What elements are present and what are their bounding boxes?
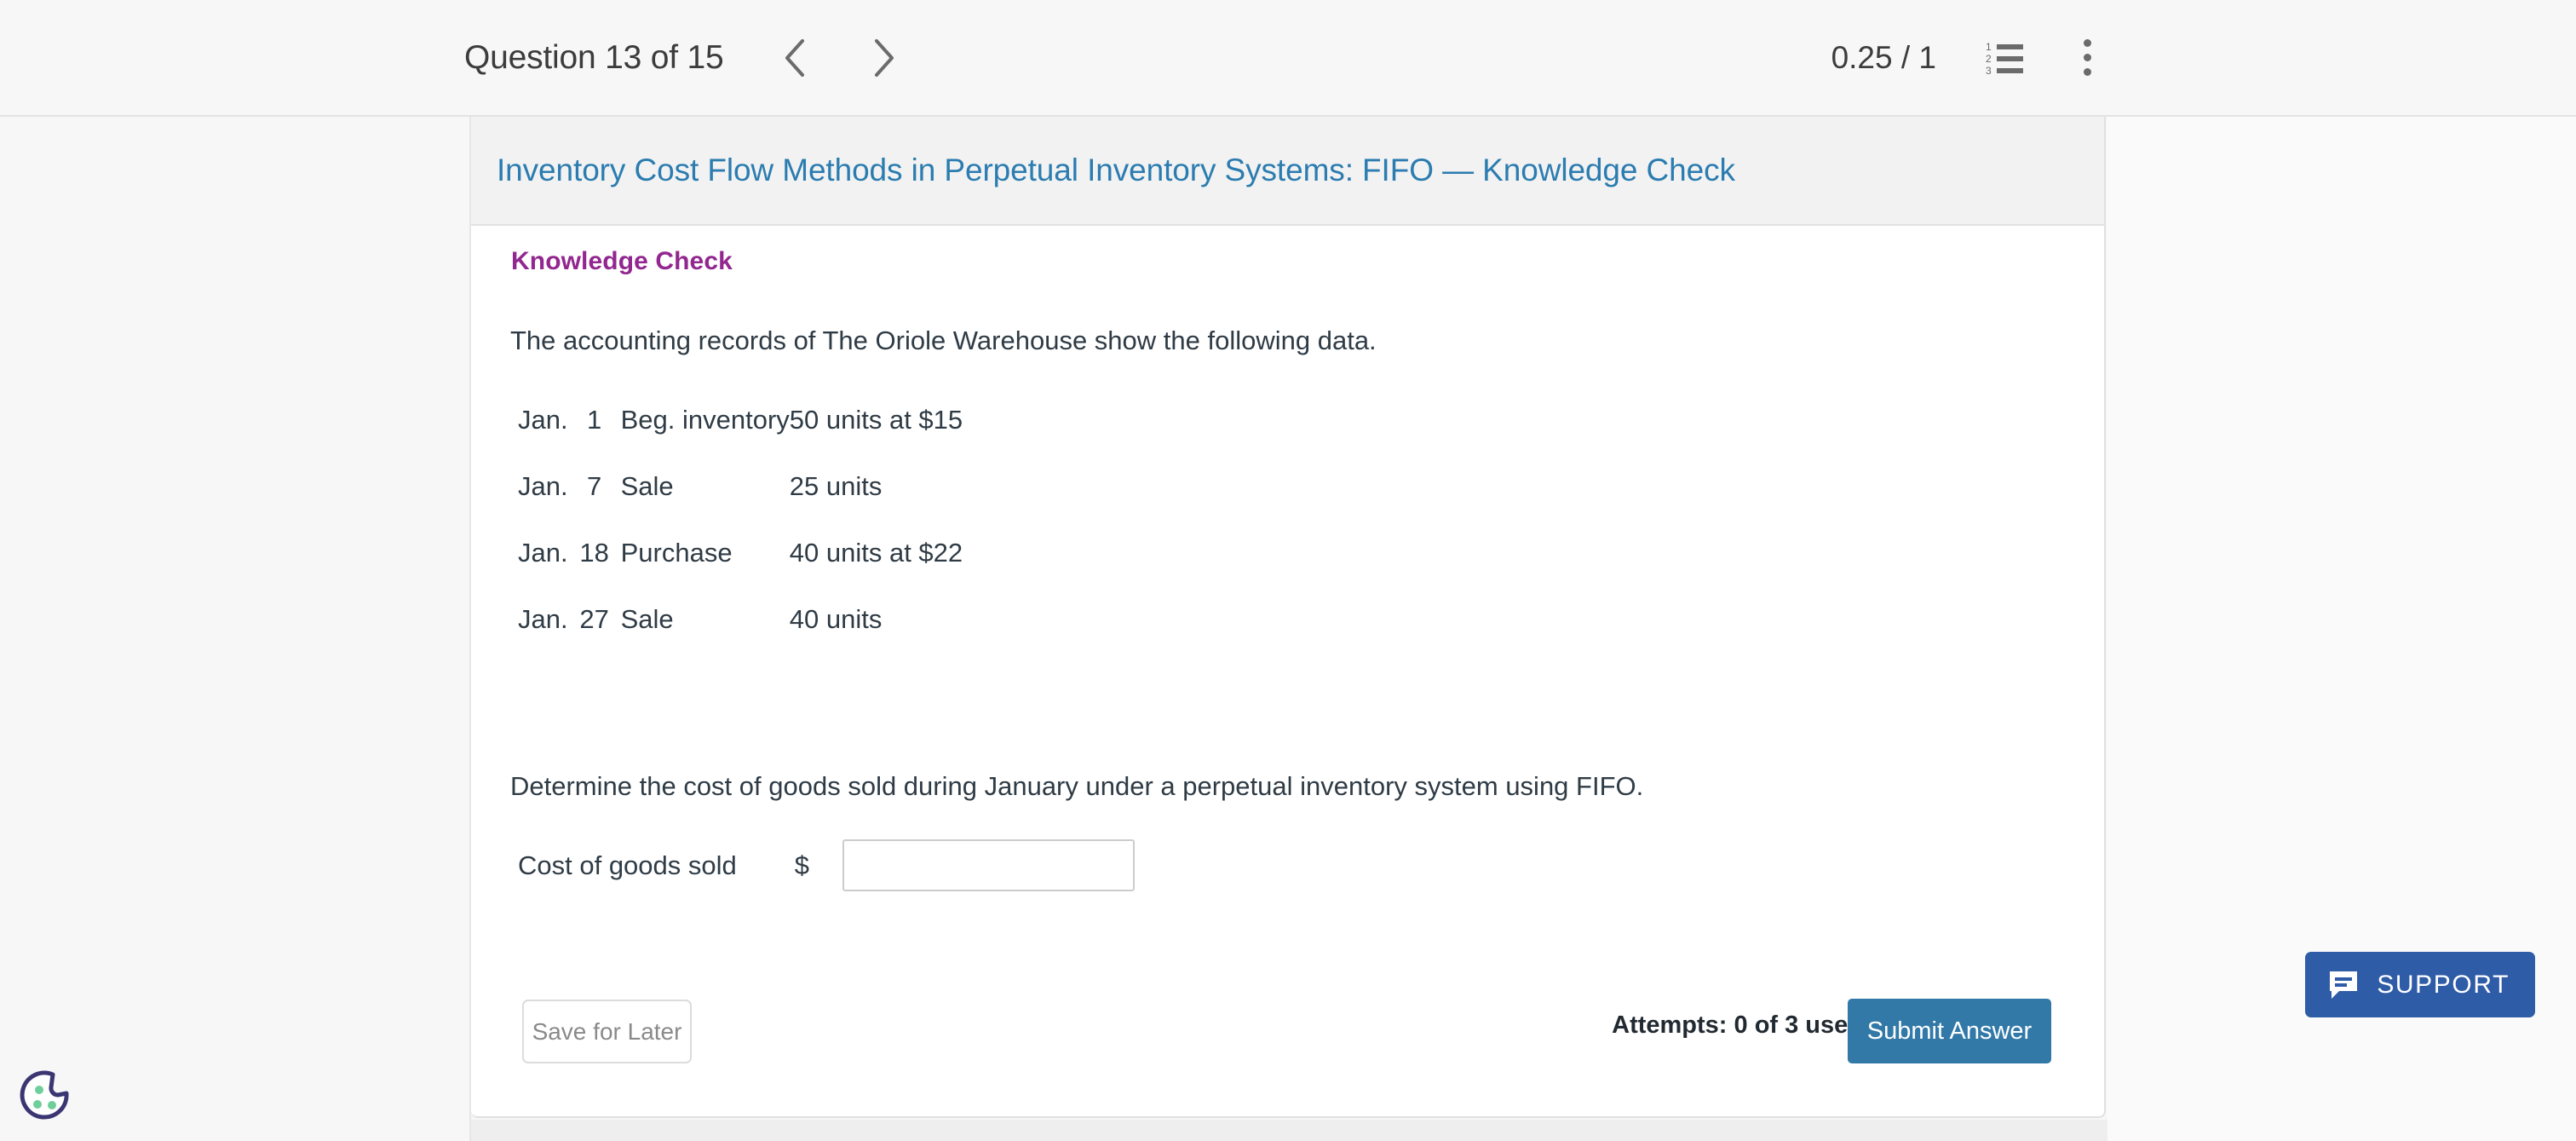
cell-month: Jan. [518,538,568,568]
card-footer: Save for Later Attempts: 0 of 3 used Sub… [471,971,2104,1116]
cell-detail: 50 units at $15 [789,405,963,435]
cell-day: 1 [586,405,602,435]
cell-detail: 25 units [789,471,883,501]
cell-desc: Purchase [620,538,733,568]
intro-text: The accounting records of The Oriole War… [510,326,1377,355]
score-and-tools-group: 0.25 / 1 1 2 3 [1831,0,2120,115]
cell-month: Jan. [518,471,568,501]
kebab-menu-icon [2083,39,2091,76]
card-header: Inventory Cost Flow Methods in Perpetual… [471,117,2104,226]
inventory-data-table: Jan. 1 Beg. inventory 50 units at $15 Ja… [518,387,963,653]
svg-text:2: 2 [1986,53,1992,65]
question-nav-group: Question 13 of 15 [464,0,915,115]
more-options-button[interactable] [2054,25,2120,91]
content-area: Inventory Cost Flow Methods in Perpetual… [0,117,2576,1141]
cell-day: 27 [579,604,609,634]
question-counter: Question 13 of 15 [464,38,724,76]
table-row: Jan. 7 Sale 25 units [518,453,963,520]
cell-month: Jan. [518,604,568,634]
question-list-button[interactable]: 1 2 3 [1972,25,2038,91]
table-row: Jan. 18 Purchase 40 units at $22 [518,520,963,586]
chevron-left-icon [785,38,804,77]
submit-answer-button[interactable]: Submit Answer [1848,999,2051,1063]
svg-text:3: 3 [1986,65,1992,75]
chevron-right-icon [874,38,894,77]
cell-day: 18 [579,538,609,568]
left-gutter [0,117,471,1141]
cost-of-goods-sold-input[interactable] [842,839,1136,891]
cookie-settings-button[interactable] [19,1069,72,1122]
table-row: Jan. 27 Sale 40 units [518,586,963,653]
table-row: Jan. 1 Beg. inventory 50 units at $15 [518,387,963,453]
currency-symbol: $ [794,850,810,880]
cookie-icon [20,1070,69,1120]
next-question-button[interactable] [852,26,915,89]
card-title-link[interactable]: Inventory Cost Flow Methods in Perpetual… [497,153,1735,188]
chat-bubble-icon [2330,971,2358,999]
cell-desc: Sale [620,471,674,501]
quiz-page: Question 13 of 15 0.25 / 1 1 2 3 Invento… [0,0,2576,1141]
score-display: 0.25 / 1 [1831,39,1936,75]
knowledge-check-label: Knowledge Check [511,247,733,275]
previous-question-button[interactable] [763,26,826,89]
question-prompt: Determine the cost of goods sold during … [510,771,1644,801]
below-card-strip [471,1120,2107,1141]
cell-day: 7 [586,471,602,501]
attempts-status: Attempts: 0 of 3 used [1612,1011,1863,1039]
cell-detail: 40 units at $22 [789,538,963,568]
answer-row: Cost of goods sold $ [518,839,1136,891]
cell-month: Jan. [518,405,568,435]
question-card: Inventory Cost Flow Methods in Perpetual… [471,117,2106,1118]
top-bar: Question 13 of 15 0.25 / 1 1 2 3 [0,0,2576,117]
svg-text:1: 1 [1986,41,1992,53]
support-label: SUPPORT [2377,970,2510,999]
save-for-later-button[interactable]: Save for Later [522,1000,692,1063]
numbered-list-icon: 1 2 3 [1986,41,2023,75]
answer-label: Cost of goods sold [518,850,737,880]
cell-desc: Sale [620,604,674,634]
cell-detail: 40 units [789,604,883,634]
support-button[interactable]: SUPPORT [2305,952,2535,1017]
cell-desc: Beg. inventory [620,405,790,435]
